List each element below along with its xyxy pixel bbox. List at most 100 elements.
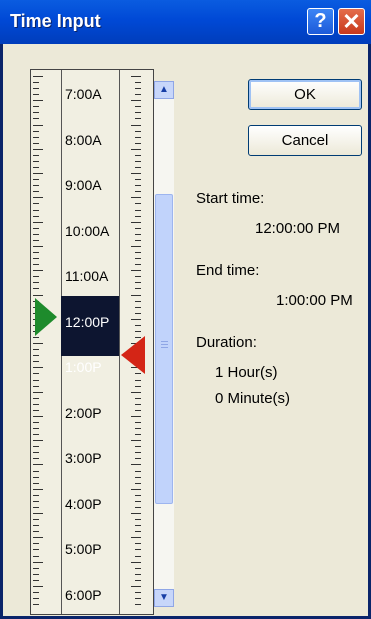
ruler-tick <box>135 470 141 472</box>
ruler-tick <box>33 428 39 430</box>
close-button[interactable]: ✕ <box>338 8 365 35</box>
help-button[interactable]: ? <box>307 8 334 35</box>
ruler-tick <box>33 264 39 266</box>
ruler-tick <box>135 276 141 278</box>
ruler-tick <box>33 379 39 381</box>
ruler-tick <box>135 258 141 260</box>
ruler-tick <box>33 221 43 223</box>
ruler-tick <box>33 470 39 472</box>
time-ruler[interactable]: 7:00A 8:00A 9:00A 10:00A 11:00A 12:00P 1:00P 2:… <box>30 69 154 615</box>
ruler-tick <box>135 300 141 302</box>
hour-label: 11:00A <box>65 268 109 284</box>
ruler-tick <box>135 160 141 162</box>
hour-label: 10:00A <box>65 222 110 239</box>
ruler-tick <box>33 173 43 175</box>
ruler-tick <box>33 100 43 102</box>
ruler-tick <box>131 270 141 272</box>
ruler-tick <box>135 94 141 96</box>
hour-label: 9:00A <box>65 177 102 193</box>
ruler-tick <box>33 288 39 290</box>
ruler-tick <box>33 167 39 169</box>
ruler-tick <box>33 361 39 363</box>
ruler-tick <box>33 142 39 144</box>
ruler-tick <box>33 239 39 241</box>
ruler-tick <box>33 452 39 454</box>
ruler-tick <box>33 215 39 217</box>
ruler-tick <box>33 476 39 478</box>
hour-label: 3:00P <box>65 450 102 466</box>
ruler-tick <box>131 173 141 175</box>
ruler-tick <box>135 531 141 533</box>
duration-hours: 1 Hour(s) <box>215 364 278 381</box>
vertical-scrollbar[interactable]: ▲ ▼ <box>154 81 174 607</box>
ruler-tick <box>135 409 141 411</box>
ruler-tick <box>33 555 39 557</box>
ruler-tick <box>135 118 141 120</box>
ruler-tick <box>33 543 39 545</box>
ruler-tick <box>33 106 39 108</box>
ruler-tick <box>131 76 141 77</box>
ruler-tick <box>33 154 39 156</box>
ruler-tick <box>131 488 141 490</box>
ruler-tick <box>135 567 141 569</box>
ruler-tick <box>135 88 141 90</box>
ok-button[interactable]: OK <box>248 79 362 110</box>
ruler-tick <box>33 94 39 96</box>
ruler-tick <box>135 434 141 436</box>
ruler-tick <box>131 100 141 102</box>
ruler-tick <box>33 282 39 284</box>
ruler-tick <box>33 148 43 150</box>
duration-minutes: 0 Minute(s) <box>215 390 291 407</box>
ruler-tick <box>135 549 141 551</box>
ruler-tick <box>33 409 39 411</box>
scroll-up-arrow-icon[interactable]: ▲ <box>154 81 174 99</box>
thumb-grip <box>161 341 168 342</box>
ruler-tick <box>33 245 43 247</box>
ruler-tick <box>131 440 141 442</box>
ruler-tick <box>135 482 141 484</box>
ruler-tick <box>135 458 141 460</box>
ruler-tick <box>135 142 141 144</box>
hour-label: 6:00P <box>65 586 102 603</box>
ruler-tick <box>135 130 141 132</box>
ruler-tick <box>33 355 39 357</box>
thumb-grip <box>161 347 168 348</box>
ruler-tick <box>131 148 141 150</box>
cancel-button[interactable]: Cancel <box>248 125 362 156</box>
dialog-client-area: 7:00A 8:00A 9:00A 10:00A 11:00A 12:00P 1:00P 2:… <box>3 44 368 616</box>
ruler-tick <box>135 136 141 138</box>
ruler-tick <box>33 403 39 405</box>
ruler-tick <box>135 428 141 430</box>
ruler-tick <box>135 555 141 557</box>
ruler-tick <box>33 276 39 278</box>
ruler-tick <box>33 197 43 199</box>
scroll-thumb[interactable] <box>155 194 173 504</box>
thumb-grip <box>161 344 168 345</box>
red-triangle-icon[interactable] <box>121 336 145 374</box>
green-triangle-icon[interactable] <box>35 298 57 336</box>
ruler-tick <box>33 421 39 423</box>
ruler-tick <box>135 288 141 290</box>
ruler-tick <box>135 500 141 502</box>
ruler-tick <box>135 397 141 399</box>
ruler-tick <box>135 604 141 606</box>
ruler-tick <box>33 88 39 90</box>
duration-label: Duration: <box>196 334 257 351</box>
ruler-tick <box>131 464 141 466</box>
ruler-tick <box>33 209 39 211</box>
ruler-tick <box>135 573 141 575</box>
scroll-down-arrow-icon[interactable]: ▼ <box>154 589 174 607</box>
title-bar: Time Input ? ✕ <box>0 0 371 44</box>
ruler-tick <box>135 82 141 84</box>
ruler-tick <box>33 130 39 132</box>
ruler-tick <box>135 312 141 314</box>
ruler-tick <box>33 464 43 466</box>
ruler-tick <box>33 227 39 229</box>
ruler-tick <box>135 598 141 600</box>
ruler-tick <box>33 76 43 77</box>
start-time-label: Start time: <box>196 190 265 207</box>
ruler-tick <box>33 294 43 296</box>
ruler-tick <box>131 537 141 539</box>
start-time-value: 12:00:00 PM <box>255 220 341 237</box>
ruler-tick <box>33 233 39 235</box>
